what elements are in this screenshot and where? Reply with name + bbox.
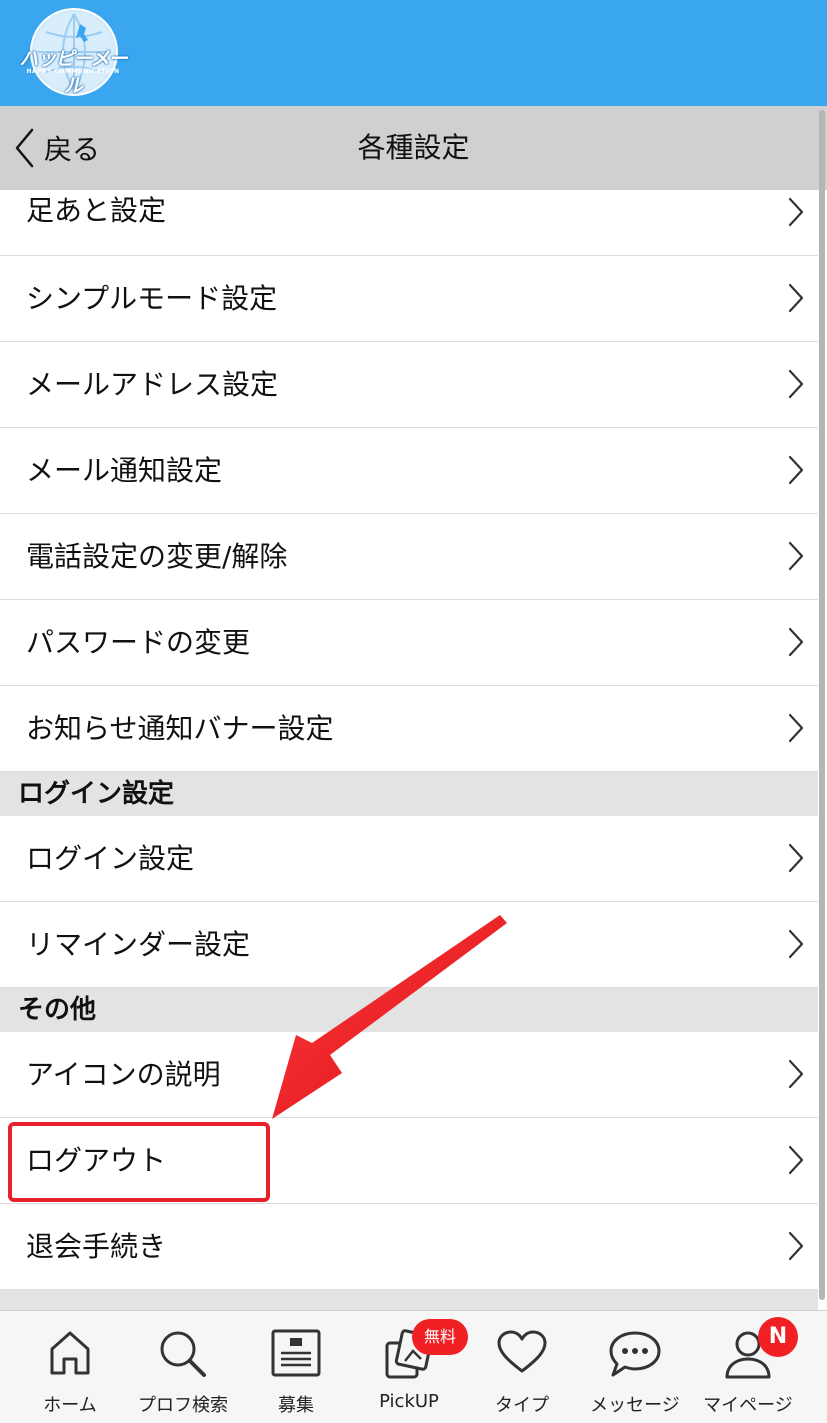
section-title: その他 xyxy=(18,995,97,1025)
chevron-right-icon xyxy=(788,283,804,313)
message-icon xyxy=(609,1331,661,1377)
settings-row-footprint[interactable]: 足あと設定 xyxy=(0,190,818,256)
home-icon xyxy=(50,1331,90,1375)
scrollbar[interactable] xyxy=(819,110,825,1300)
tab-label: マイページ xyxy=(703,1395,793,1416)
chevron-right-icon xyxy=(788,627,804,657)
chevron-right-icon xyxy=(788,1145,804,1175)
settings-row-email-address[interactable]: メールアドレス設定 xyxy=(0,342,818,428)
section-header-login: ログイン設定 xyxy=(0,772,818,816)
tab-board[interactable]: 募集 xyxy=(237,1311,355,1423)
row-label: 退会手続き xyxy=(26,1230,167,1263)
chevron-right-icon xyxy=(788,455,804,485)
chevron-right-icon xyxy=(788,843,804,873)
settings-row-withdraw[interactable]: 退会手続き xyxy=(0,1204,818,1290)
settings-row-phone[interactable]: 電話設定の変更/解除 xyxy=(0,514,818,600)
settings-row-simple-mode[interactable]: シンプルモード設定 xyxy=(0,256,818,342)
back-label: 戻る xyxy=(44,133,101,166)
brand-header: ハッピーメール HAPPY COMMUNICATION xyxy=(0,0,827,106)
row-label: お知らせ通知バナー設定 xyxy=(26,712,334,745)
row-label: メールアドレス設定 xyxy=(26,368,279,401)
row-label: 電話設定の変更/解除 xyxy=(26,540,288,573)
chevron-right-icon xyxy=(788,541,804,571)
tab-message[interactable]: メッセージ xyxy=(576,1311,694,1423)
chevron-right-icon xyxy=(788,1059,804,1089)
heart-icon xyxy=(497,1330,547,1373)
search-icon xyxy=(160,1331,206,1377)
logout-highlight-box xyxy=(8,1122,270,1202)
row-label: リマインダー設定 xyxy=(26,928,251,961)
chevron-right-icon xyxy=(788,1231,804,1261)
row-label: 足あと設定 xyxy=(26,194,167,227)
board-icon xyxy=(271,1329,321,1377)
logo-subtext: HAPPY COMMUNICATION xyxy=(26,68,120,75)
chevron-right-icon xyxy=(788,929,804,959)
row-label: パスワードの変更 xyxy=(26,626,251,659)
tab-type[interactable]: タイプ xyxy=(463,1311,581,1423)
app-logo[interactable]: ハッピーメール HAPPY COMMUNICATION xyxy=(12,6,134,98)
list-bottom-spacer xyxy=(0,1290,818,1310)
tab-home[interactable]: ホーム xyxy=(11,1311,129,1423)
row-label: アイコンの説明 xyxy=(26,1058,221,1091)
section-title: ログイン設定 xyxy=(18,779,175,809)
back-button[interactable]: 戻る xyxy=(14,126,100,170)
chevron-left-icon xyxy=(15,128,34,168)
settings-row-login[interactable]: ログイン設定 xyxy=(0,816,818,902)
settings-row-mail-notification[interactable]: メール通知設定 xyxy=(0,428,818,514)
tab-profile-search[interactable]: プロフ検索 xyxy=(124,1311,242,1423)
chevron-right-icon xyxy=(788,713,804,743)
row-label: メール通知設定 xyxy=(26,454,223,487)
annotation-arrow-icon xyxy=(272,915,507,1119)
tab-bar: ホーム プロフ検索 募集 PickUP タイプ メッセージ マイページ 無料 N xyxy=(0,1310,827,1423)
new-badge: N xyxy=(758,1317,798,1357)
chevron-right-icon xyxy=(788,369,804,399)
free-badge: 無料 xyxy=(412,1319,468,1355)
chevron-right-icon xyxy=(788,197,804,227)
row-label: シンプルモード設定 xyxy=(26,282,278,315)
row-label: ログイン設定 xyxy=(26,842,195,875)
settings-row-password[interactable]: パスワードの変更 xyxy=(0,600,818,686)
settings-row-notification-banner[interactable]: お知らせ通知バナー設定 xyxy=(0,686,818,772)
